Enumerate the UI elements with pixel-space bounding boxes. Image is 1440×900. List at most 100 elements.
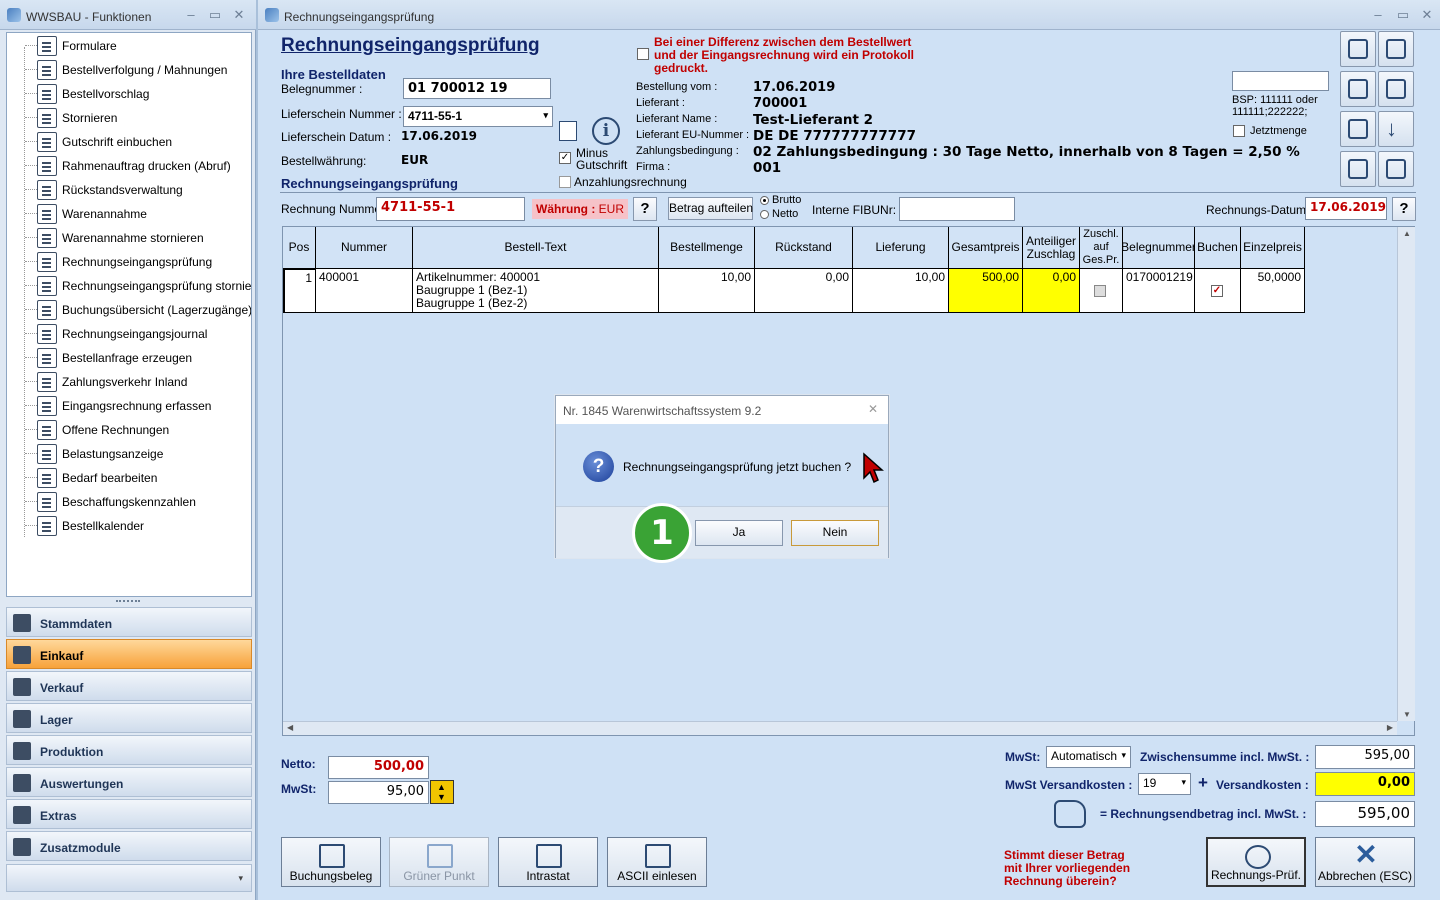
- gruener-punkt-button[interactable]: Grüner Punkt: [389, 837, 489, 887]
- tree-item[interactable]: Bedarf bearbeiten: [25, 466, 251, 490]
- col-header-rueckstand[interactable]: Rückstand: [755, 227, 853, 269]
- tree-item[interactable]: Bestellkalender: [25, 514, 251, 538]
- col-header-lieferung[interactable]: Lieferung: [853, 227, 949, 269]
- brutto-radio[interactable]: [760, 196, 769, 205]
- nav-verkauf[interactable]: Verkauf: [6, 671, 252, 701]
- minus-gutschrift-checkbox[interactable]: ✓: [559, 152, 571, 164]
- rechnungsdatum-input[interactable]: 17.06.2019: [1305, 197, 1387, 220]
- abbrechen-button[interactable]: ✕ Abbrechen (ESC): [1315, 837, 1415, 887]
- calendar-help-button[interactable]: [1340, 71, 1376, 107]
- close-icon[interactable]: ✕: [231, 7, 247, 23]
- col-header-buchen[interactable]: Buchen: [1195, 227, 1241, 269]
- cell-gesamtpreis[interactable]: 500,00: [949, 269, 1023, 313]
- scroll-left-icon[interactable]: ◀: [287, 723, 293, 732]
- no-button[interactable]: Nein: [791, 520, 879, 546]
- jetztmenge-checkbox[interactable]: [1233, 125, 1245, 137]
- search-euro-button[interactable]: [1378, 71, 1414, 107]
- buchen-checkbox[interactable]: ✓: [1211, 285, 1223, 297]
- splitter-grip[interactable]: [116, 600, 140, 604]
- col-header-pos[interactable]: Pos: [283, 227, 316, 269]
- intrastat-button[interactable]: Intrastat: [498, 837, 598, 887]
- cell-rueckstand[interactable]: 0,00: [755, 269, 853, 313]
- nav-stammdaten[interactable]: Stammdaten: [6, 607, 252, 637]
- discount-button[interactable]: [1378, 31, 1414, 67]
- cell-zuschl-ges[interactable]: [1080, 269, 1123, 313]
- col-header-zuschl-ges[interactable]: Zuschl. auf Ges.Pr.: [1080, 227, 1123, 269]
- money-button[interactable]: [1340, 111, 1376, 147]
- arrow-up-icon[interactable]: ▲: [437, 782, 446, 792]
- betrag-aufteilen-button[interactable]: Betrag aufteilen: [668, 197, 753, 220]
- col-header-zuschlag[interactable]: Anteiliger Zuschlag: [1023, 227, 1080, 269]
- scroll-down-icon[interactable]: ▼: [1403, 710, 1411, 719]
- nav-more[interactable]: ▾: [6, 864, 252, 892]
- truck-button[interactable]: [1340, 151, 1376, 187]
- belegnummer-input[interactable]: 01 700012 19: [403, 78, 551, 99]
- protocol-checkbox[interactable]: [637, 48, 649, 60]
- ascii-button[interactable]: ASCII einlesen: [607, 837, 707, 887]
- minimize-icon[interactable]: –: [183, 7, 199, 22]
- cell-text[interactable]: Artikelnummer: 400001 Baugruppe 1 (Bez-1…: [413, 269, 659, 313]
- tree-item[interactable]: Offene Rechnungen: [25, 418, 251, 442]
- lieferschein-nr-select[interactable]: 4711-55-1 ▾: [403, 106, 553, 127]
- tree-item[interactable]: Rechnungseingangsprüfung stornieren: [25, 274, 251, 298]
- cell-einzelpreis[interactable]: 50,0000: [1241, 269, 1305, 313]
- tree-item[interactable]: Rahmenauftrag drucken (Abruf): [25, 154, 251, 178]
- netto-radio[interactable]: [760, 210, 769, 219]
- tree-item[interactable]: Bestellverfolgung / Mahnungen: [25, 58, 251, 82]
- tree-item[interactable]: Gutschrift einbuchen: [25, 130, 251, 154]
- tree-item[interactable]: Rechnungseingangsjournal: [25, 322, 251, 346]
- close-icon[interactable]: ✕: [868, 402, 878, 416]
- info-icon[interactable]: i: [592, 117, 620, 145]
- tree-item[interactable]: Belastungsanzeige: [25, 442, 251, 466]
- rechnung-nr-input[interactable]: 4711-55-1: [376, 197, 525, 221]
- tree-item[interactable]: Bestellvorschlag: [25, 82, 251, 106]
- nav-produktion[interactable]: Produktion: [6, 735, 252, 765]
- nav-lager[interactable]: Lager: [6, 703, 252, 733]
- tree-item[interactable]: Stornieren: [25, 106, 251, 130]
- fibu-input[interactable]: [899, 197, 1015, 221]
- tree-item[interactable]: Warenannahme stornieren: [25, 226, 251, 250]
- horizontal-scrollbar[interactable]: ◀ ▶: [283, 721, 1397, 735]
- cell-nummer[interactable]: 400001: [316, 269, 413, 313]
- nav-auswertungen[interactable]: Auswertungen: [6, 767, 252, 797]
- mwst-mode-select[interactable]: Automatisch ▾: [1046, 746, 1131, 768]
- cell-belegnummer[interactable]: 0170001219: [1123, 269, 1195, 313]
- versand-input[interactable]: 0,00: [1315, 772, 1415, 796]
- cell-zuschlag[interactable]: 0,00: [1023, 269, 1080, 313]
- maximize-icon[interactable]: ▭: [1395, 7, 1411, 23]
- tree-item[interactable]: Rückstandsverwaltung: [25, 178, 251, 202]
- buchungsbeleg-button[interactable]: Buchungsbeleg: [281, 837, 381, 887]
- arrow-down-icon[interactable]: ▼: [437, 792, 446, 802]
- anzahlung-checkbox[interactable]: [559, 176, 571, 188]
- scroll-right-icon[interactable]: ▶: [1387, 723, 1393, 732]
- nav-zusatzmodule[interactable]: Zusatzmodule: [6, 831, 252, 861]
- tree-item[interactable]: Bestellanfrage erzeugen: [25, 346, 251, 370]
- close-icon[interactable]: ✕: [1419, 7, 1435, 23]
- help-button-2[interactable]: ?: [1392, 197, 1416, 221]
- nav-einkauf[interactable]: Einkauf: [6, 639, 252, 669]
- scroll-up-icon[interactable]: ▲: [1403, 229, 1411, 238]
- mwst-versand-select[interactable]: 19 ▾: [1138, 773, 1191, 795]
- bsp-input[interactable]: [1232, 71, 1329, 91]
- cell-bestellmenge[interactable]: 10,00: [659, 269, 755, 313]
- col-header-belegnummer[interactable]: Belegnummer: [1121, 227, 1196, 269]
- euro-button[interactable]: [1340, 31, 1376, 67]
- document-list-icon[interactable]: [559, 121, 577, 141]
- col-header-bestellmenge[interactable]: Bestellmenge: [659, 227, 755, 269]
- report-button[interactable]: [1378, 151, 1414, 187]
- help-button[interactable]: ?: [633, 197, 657, 221]
- cell-pos[interactable]: 1: [283, 269, 316, 313]
- minimize-icon[interactable]: –: [1370, 7, 1386, 22]
- nav-extras[interactable]: Extras: [6, 799, 252, 829]
- rechnungs-pruef-button[interactable]: Rechnungs-Prüf.: [1206, 837, 1306, 887]
- cell-lieferung[interactable]: 10,00: [853, 269, 949, 313]
- cell-buchen[interactable]: ✓: [1195, 269, 1241, 313]
- tree-item[interactable]: Formulare: [25, 34, 251, 58]
- col-header-text[interactable]: Bestell-Text: [413, 227, 659, 269]
- maximize-icon[interactable]: ▭: [207, 7, 223, 23]
- tree-item[interactable]: Buchungsübersicht (Lagerzugänge): [25, 298, 251, 322]
- zuschl-checkbox[interactable]: [1094, 285, 1106, 297]
- tree-item[interactable]: Rechnungseingangsprüfung: [25, 250, 251, 274]
- col-header-gesamtpreis[interactable]: Gesamtpreis: [949, 227, 1023, 269]
- yes-button[interactable]: Ja: [695, 520, 783, 546]
